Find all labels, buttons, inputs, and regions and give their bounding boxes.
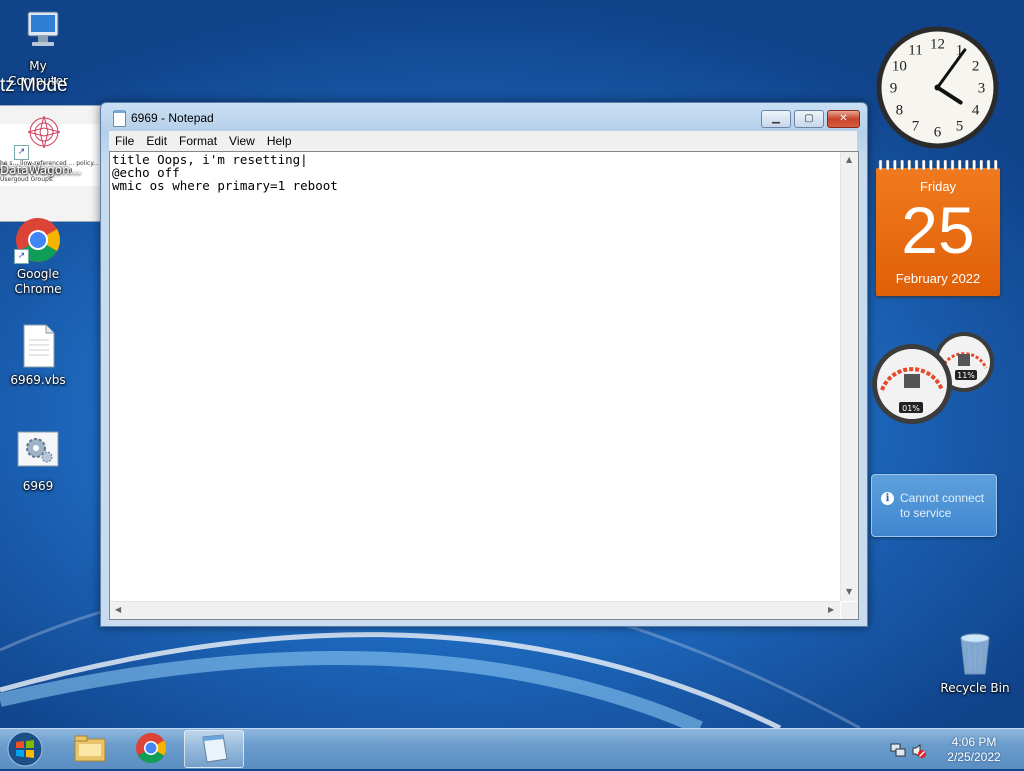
scroll-right-arrow-icon[interactable]: ▶ xyxy=(828,605,834,614)
weather-message: Cannot connect to service xyxy=(900,491,985,520)
memory-percent: 11% xyxy=(957,371,975,380)
desktop-icon-label: 6969 xyxy=(22,479,54,493)
calendar-ring xyxy=(993,160,998,171)
info-icon: i xyxy=(881,492,894,505)
calendar-ring xyxy=(907,160,912,171)
desktop-icon-label: 6969.vbs xyxy=(10,373,66,387)
tray-icons xyxy=(890,743,926,758)
shortcut-arrow-icon: ↗ xyxy=(14,249,29,264)
calendar-ring xyxy=(986,160,991,171)
calendar-ring xyxy=(900,160,904,171)
close-button[interactable]: ✕ xyxy=(827,110,860,128)
windows-logo-icon xyxy=(7,731,43,767)
menu-edit[interactable]: Edit xyxy=(140,131,173,149)
calendar-ring xyxy=(936,160,940,171)
taskbar-explorer[interactable] xyxy=(60,730,118,766)
clock-number: 11 xyxy=(908,42,922,58)
calendar-ring xyxy=(950,160,955,171)
scroll-left-arrow-icon[interactable]: ◀ xyxy=(115,605,121,614)
vertical-scrollbar[interactable]: ▲ ▼ xyxy=(840,152,858,601)
window-title: 6969 - Notepad xyxy=(131,111,214,125)
desktop-icon-google-chrome[interactable]: ↗ Google Chrome xyxy=(0,216,76,297)
clock-face: 12 1234567891011 xyxy=(876,26,999,149)
notepad-window[interactable]: 6969 - Notepad ▁ ▢ ✕ File Edit Format View H… xyxy=(100,102,868,627)
calendar-ring xyxy=(878,160,883,171)
menu-view[interactable]: View xyxy=(223,131,261,149)
horizontal-scrollbar[interactable]: ◀ ▶ xyxy=(110,601,840,619)
menu-help[interactable]: Help xyxy=(261,131,298,149)
taskbar: 4:06 PM 2/25/2022 xyxy=(0,728,1024,769)
computer-icon xyxy=(14,8,62,56)
chrome-icon: ↗ xyxy=(14,216,62,264)
clock-gadget[interactable]: 12 1 2 3 4 5 6 7 8 9 10 11 xyxy=(875,25,1000,150)
taskbar-notepad[interactable] xyxy=(184,730,244,768)
desktop-icon-datawagon[interactable]: ↗ DataWagon... xyxy=(0,112,81,178)
text-editor-area[interactable]: title Oops, i'm resetting| @echo off wmi… xyxy=(109,151,859,620)
calendar-ring xyxy=(921,160,926,171)
windows-explorer-icon xyxy=(74,735,106,762)
shortcut-arrow-icon: ↗ xyxy=(14,145,29,160)
taskbar-chrome[interactable] xyxy=(122,730,180,766)
notepad-icon xyxy=(202,734,228,763)
calendar-month: February 2022 xyxy=(895,271,981,286)
clock-number: 5 xyxy=(956,119,964,135)
menu-format[interactable]: Format xyxy=(173,131,223,149)
clock-number: 12 xyxy=(930,37,945,53)
calendar-ring xyxy=(972,160,976,171)
notepad-icon xyxy=(113,110,126,127)
clock-number: 4 xyxy=(972,103,980,119)
desktop-icon-label: DataWagon... xyxy=(0,163,82,177)
desktop-icon-label: Google Chrome xyxy=(14,267,62,296)
cpu-meter-gadget[interactable]: 11% 01% xyxy=(870,328,1000,428)
maximize-button[interactable]: ▢ xyxy=(794,110,824,128)
system-tray: 4:06 PM 2/25/2022 xyxy=(880,731,1024,767)
calendar-ring xyxy=(957,160,962,171)
tray-date: 2/25/2022 xyxy=(947,750,1001,764)
start-button[interactable] xyxy=(6,731,44,767)
clock-number: 9 xyxy=(890,81,898,97)
recycle-bin-icon xyxy=(951,630,999,678)
editor-line-3: wmic os where primary=1 reboot xyxy=(112,178,338,193)
calendar-ring xyxy=(929,160,933,171)
cpu-meter-dials: 11% 01% xyxy=(872,332,994,424)
tray-time: 4:06 PM xyxy=(951,735,997,749)
mode-text: tz Mode xyxy=(0,75,68,96)
script-file-icon xyxy=(14,322,62,370)
calendar-rings xyxy=(878,160,998,171)
calendar-date: 25 xyxy=(901,193,975,267)
clock-number: 2 xyxy=(972,59,980,75)
scroll-down-arrow-icon[interactable]: ▼ xyxy=(846,587,852,596)
calendar-ring xyxy=(885,160,890,171)
calendar-gadget[interactable]: Friday 25 February 2022 xyxy=(876,160,1000,296)
desktop-icon-label: Recycle Bin xyxy=(940,681,1010,695)
datawagon-icon: ↗ xyxy=(14,112,62,160)
clock-number: 10 xyxy=(892,59,907,75)
settings-gear-icon xyxy=(14,428,62,476)
network-icon[interactable] xyxy=(890,743,906,757)
menu-bar: File Edit Format View Help xyxy=(109,131,857,151)
chrome-icon xyxy=(136,733,167,764)
calendar-ring xyxy=(893,160,897,171)
calendar-page: Friday 25 February 2022 xyxy=(876,168,1000,296)
menu-file[interactable]: File xyxy=(109,131,140,149)
clock-number: 3 xyxy=(978,81,986,97)
cpu-percent: 01% xyxy=(902,404,920,413)
calendar-ring xyxy=(979,160,984,171)
desktop-icon-6969-vbs[interactable]: 6969.vbs xyxy=(0,322,76,388)
calendar-ring xyxy=(965,160,969,171)
tray-clock[interactable]: 4:06 PM 2/25/2022 xyxy=(942,735,1006,765)
calendar-ring xyxy=(943,160,948,171)
calendar-ring xyxy=(914,160,919,171)
minimize-button[interactable]: ▁ xyxy=(761,110,791,128)
desktop-icon-recycle-bin[interactable]: Recycle Bin xyxy=(937,630,1013,696)
scrollbar-corner xyxy=(841,602,858,619)
desktop-icon-6969[interactable]: 6969 xyxy=(0,428,76,494)
weather-gadget[interactable]: i Cannot connect to service xyxy=(871,474,997,537)
volume-muted-icon[interactable] xyxy=(912,744,926,758)
clock-number: 7 xyxy=(912,119,920,135)
clock-number: 6 xyxy=(934,125,942,141)
scroll-up-arrow-icon[interactable]: ▲ xyxy=(846,155,852,164)
clock-number: 8 xyxy=(896,103,904,119)
